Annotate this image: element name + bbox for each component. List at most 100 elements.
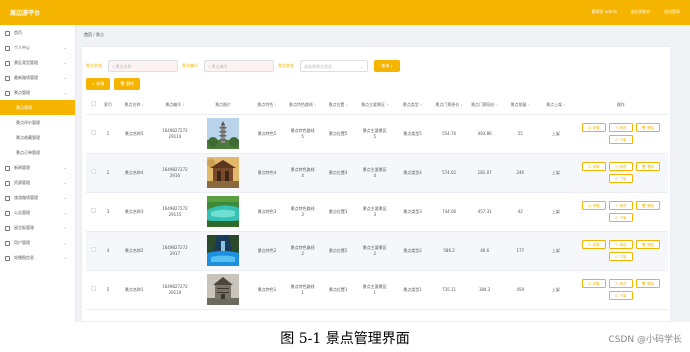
menu-icon <box>5 240 10 246</box>
sidebar-item-b-5[interactable]: 用户管理 ⌄ <box>0 235 75 250</box>
sort-icon[interactable]: ⇕ <box>419 103 423 107</box>
sort-icon[interactable]: ⇕ <box>181 103 185 107</box>
sidebar-item-b-3[interactable]: 公告管理 ⌄ <box>0 205 75 220</box>
id-filter-label: 景点编号 <box>182 63 198 68</box>
unshelve-button[interactable]: ⊡ 下架 <box>608 252 633 261</box>
column-header[interactable]: 景点名称 ⇕ <box>115 96 153 115</box>
menu-icon <box>5 60 10 66</box>
unshelve-button[interactable]: ⊡ 下架 <box>608 213 633 222</box>
scenic-thumbnail[interactable] <box>207 235 240 266</box>
column-header[interactable]: 景点主要景区 ⇕ <box>355 96 394 115</box>
edit-button[interactable]: ✎ 修改 <box>608 279 633 288</box>
sort-icon[interactable]: ⇕ <box>495 103 499 107</box>
batch-delete-button[interactable]: 🗑 删除 <box>114 78 140 90</box>
delete-button[interactable]: 🗑 删除 <box>635 240 660 249</box>
sort-icon[interactable]: ⇕ <box>562 103 566 107</box>
scenic-thumbnail[interactable] <box>207 196 240 227</box>
sidebar-item-a-1[interactable]: 个人中心 ⌄ <box>0 40 75 55</box>
name-filter-label: 景点名称 <box>86 63 102 68</box>
sidebar-item-b-4[interactable]: 留言板管理 ⌄ <box>0 220 75 235</box>
sidebar-item-a-4[interactable]: 景点管理 ⌄ <box>0 85 75 100</box>
column-header[interactable]: 景点门票现价 ⇕ <box>466 96 503 115</box>
table-row[interactable]: 2 景点名称4 1649827272 2916 景点特色4 景点特色路线 4 景点位置4 景点主… <box>86 153 668 193</box>
table-row[interactable]: 5 景点名称1 1649827272 29119 景点特色1 景点特色路线 1 景点位置1 景点… <box>86 270 668 310</box>
unshelve-button[interactable]: ⊡ 下架 <box>608 291 633 300</box>
table-row[interactable]: 3 景点名称3 1649827272 29115 景点特色3 景点特色路线 3 景点位置3 景点… <box>86 192 668 232</box>
table-row[interactable]: 1 景点名称5 1649827272 29114 景点特色5 景点特色路线 5 景点位置5 景点… <box>86 114 668 154</box>
breadcrumb-home[interactable]: 首页 <box>84 32 92 37</box>
column-header[interactable]: 索引 <box>100 96 116 115</box>
sort-icon[interactable]: ⇕ <box>273 103 277 107</box>
sidebar-item-label: 公告管理 <box>14 210 30 215</box>
sidebar-subitem-3[interactable]: 景点订单管理 <box>0 145 75 160</box>
sidebar-item-b-1[interactable]: 资源管理 ⌄ <box>0 175 75 190</box>
row-checkbox[interactable] <box>90 208 96 213</box>
row-actions: ⊡ 详情 ✎ 修改 🗑 删除 ⊡ 下架 <box>574 240 668 261</box>
row-checkbox[interactable] <box>90 286 96 291</box>
column-header[interactable]: 景点销量 ⇕ <box>502 96 539 115</box>
column-header[interactable]: 景点门票原价 ⇕ <box>431 96 467 115</box>
detail-button[interactable]: ⊡ 详情 <box>581 162 606 171</box>
sidebar-item-b-2[interactable]: 旅游路线管理 ⌄ <box>0 190 75 205</box>
column-header[interactable]: 景点编号 ⇕ <box>152 96 197 115</box>
chevron-down-icon: ⌄ <box>63 165 67 170</box>
delete-button[interactable]: 🗑 删除 <box>635 123 660 132</box>
delete-button[interactable]: 🗑 删除 <box>635 162 660 171</box>
scenic-thumbnail[interactable] <box>207 274 240 305</box>
sort-icon[interactable]: ⇕ <box>344 103 348 107</box>
sort-icon[interactable]: ⇕ <box>313 103 317 107</box>
row-checkbox[interactable] <box>90 247 96 252</box>
row-checkbox[interactable] <box>90 169 96 174</box>
sidebar-item-a-0[interactable]: 首页⌄ <box>0 25 75 40</box>
column-header[interactable]: 景点图片 <box>196 96 250 115</box>
cell-status: 上架 <box>538 153 574 193</box>
sort-icon[interactable]: ⇕ <box>527 103 530 107</box>
column-header[interactable]: 操作 <box>573 96 668 115</box>
edit-button[interactable]: ✎ 修改 <box>608 240 633 249</box>
sidebar-item-b-0[interactable]: 新闻管理 ⌄ <box>0 160 75 175</box>
unshelve-button[interactable]: ⊡ 下架 <box>608 135 633 144</box>
scenic-thumbnail[interactable] <box>207 118 240 149</box>
column-header[interactable]: 景点特色 ⇕ <box>249 96 285 115</box>
sidebar-subitem-0[interactable]: 景点管理 <box>0 100 75 115</box>
edit-button[interactable]: ✎ 修改 <box>608 162 633 171</box>
cell-route: 景点特色路线 5 <box>284 114 321 154</box>
sort-icon[interactable]: ⇕ <box>459 103 463 107</box>
name-search-input[interactable]: ⌕ 景点名称 <box>108 60 178 72</box>
unshelve-button[interactable]: ⊡ 下架 <box>608 174 633 183</box>
table-row[interactable]: 4 景点名称2 1649827272 2917 景点特色2 景点特色路线 2 景点位置2 景点主… <box>86 231 668 271</box>
column-header[interactable]: 景点类型 ⇕ <box>393 96 432 115</box>
sidebar-item-a-3[interactable]: 最新路线管理 ⌄ <box>0 70 75 85</box>
cell-location: 景点位置2 <box>320 231 356 271</box>
sidebar-item-b-6[interactable]: 轮播图信息 ⌄ <box>0 250 75 265</box>
menu-icon <box>5 225 10 231</box>
cell-name: 景点名称3 <box>115 192 153 232</box>
id-search-input[interactable]: ⌕ 景点编号 <box>204 60 274 72</box>
sidebar-subitem-2[interactable]: 景点收藏管理 <box>0 130 75 145</box>
detail-button[interactable]: ⊡ 详情 <box>581 240 606 249</box>
scenic-thumbnail[interactable] <box>207 157 240 188</box>
add-button[interactable]: + 新增 <box>86 78 110 90</box>
detail-button[interactable]: ⊡ 详情 <box>581 279 606 288</box>
status-select[interactable]: 请选择景点状态 ⌄ <box>300 60 368 72</box>
query-button[interactable]: 查询 ⌕ <box>374 60 400 72</box>
column-header[interactable]: 景点特色路线 ⇕ <box>284 96 321 115</box>
edit-button[interactable]: ✎ 修改 <box>608 201 633 210</box>
chevron-down-icon: ⌄ <box>63 195 67 200</box>
exit-front-link[interactable]: 退出到前台 <box>631 9 651 14</box>
sidebar-item-a-2[interactable]: 景区类型管理 ⌄ <box>0 55 75 70</box>
select-all-checkbox[interactable] <box>90 101 96 107</box>
sidebar-subitem-1[interactable]: 景点评价管理 <box>0 115 75 130</box>
logout-link[interactable]: 退出登录 <box>664 9 680 14</box>
sort-icon[interactable]: ⇕ <box>385 103 389 107</box>
column-header[interactable]: 景点上架 ⇕ <box>538 96 574 115</box>
delete-button[interactable]: 🗑 删除 <box>635 201 660 210</box>
cell-orig_price: 586.2 <box>431 231 467 271</box>
edit-button[interactable]: ✎ 修改 <box>608 123 633 132</box>
column-header[interactable]: 景点位置 ⇕ <box>320 96 356 115</box>
delete-button[interactable]: 🗑 删除 <box>635 279 660 288</box>
detail-button[interactable]: ⊡ 详情 <box>581 201 606 210</box>
detail-button[interactable]: ⊡ 详情 <box>581 123 606 132</box>
sort-icon[interactable]: ⇕ <box>140 103 144 107</box>
row-checkbox[interactable] <box>90 130 96 135</box>
